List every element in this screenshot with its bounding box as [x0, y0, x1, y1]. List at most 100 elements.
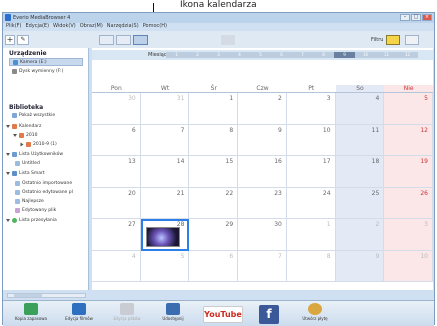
youtube-button[interactable]: YouTube [203, 306, 243, 323]
calendar-day-cell[interactable]: 3 [384, 219, 433, 251]
calendar-day-cell[interactable]: 11 [335, 124, 385, 156]
calendar-day-cell[interactable]: 1 [286, 219, 336, 251]
calendar-day-cell[interactable]: 1 [189, 93, 239, 125]
menu-edit[interactable]: Edycja(E) [25, 23, 49, 31]
sidebar-item-upload-list[interactable]: Lista przesyłania [6, 218, 57, 223]
month-tick[interactable]: 5 [250, 52, 271, 58]
calendar-day-cell[interactable]: 14 [140, 156, 190, 188]
month-tick[interactable]: 10 [355, 52, 376, 58]
month-tick[interactable]: 4 [229, 52, 250, 58]
calendar-day-cell[interactable]: 5 [140, 250, 190, 282]
close-button[interactable]: × [422, 14, 432, 21]
sidebar-item-show-all[interactable]: Pokaż wszystkie [12, 113, 55, 118]
month-tick[interactable]: 12 [397, 52, 418, 58]
calendar-day-cell[interactable]: 28 [140, 219, 190, 251]
calendar-day-cell[interactable]: 12 [384, 124, 433, 156]
month-tick[interactable]: 9 [334, 52, 355, 58]
calendar-day-cell[interactable]: 7 [140, 124, 190, 156]
sidebar-item-2010[interactable]: 2010 [13, 133, 37, 138]
month-tick[interactable]: 11 [376, 52, 397, 58]
calendar-day-cell[interactable]: 17 [286, 156, 336, 188]
facebook-button[interactable]: f [259, 305, 279, 324]
calendar-day-cell[interactable]: 5 [384, 93, 433, 125]
sidebar-item-calendar[interactable]: Kalendarz [6, 124, 41, 129]
calendar-day-cell[interactable]: 21 [140, 187, 190, 219]
calendar-day-cell[interactable]: 4 [92, 250, 141, 282]
share-icon [166, 303, 180, 315]
sidebar-item-label: Pokaż wszystkie [19, 113, 56, 118]
calendar-day-cell[interactable]: 6 [92, 124, 141, 156]
drive-icon [12, 69, 17, 74]
sidebar-item-best[interactable]: Najlepsze [15, 199, 44, 204]
calendar-day-cell[interactable]: 22 [189, 187, 239, 219]
calendar-day-cell[interactable]: 6 [189, 250, 239, 282]
calendar-day-cell[interactable]: 9 [335, 250, 385, 282]
filter-label: Filtru [371, 37, 384, 43]
calendar-day-cell[interactable]: 30 [238, 219, 287, 251]
add-button[interactable]: + [5, 35, 15, 45]
calendar-day-cell[interactable]: 10 [384, 250, 433, 282]
month-tick[interactable]: 6 [271, 52, 292, 58]
month-slider[interactable]: 1 2 3 4 5 6 7 8 9 10 11 12 [166, 52, 418, 58]
calendar-day-cell[interactable]: 24 [286, 187, 336, 219]
calendar-day-cell[interactable]: 26 [384, 187, 433, 219]
sidebar-item-smart-list[interactable]: Lista Smart [6, 171, 45, 176]
calendar-day-cell[interactable]: 2 [335, 219, 385, 251]
menu-file[interactable]: Plik(F) [6, 23, 21, 31]
sidebar-item-recent-edits[interactable]: Ostatnio edytowane pl [15, 190, 73, 195]
menu-view[interactable]: Widok(V) [53, 23, 76, 31]
calendar-day-cell[interactable]: 3 [286, 93, 336, 125]
month-tick[interactable]: 7 [292, 52, 313, 58]
calendar-day-cell[interactable]: 18 [335, 156, 385, 188]
filter-button[interactable] [386, 35, 400, 45]
calendar-day-cell[interactable]: 19 [384, 156, 433, 188]
sort-button[interactable] [405, 35, 419, 45]
sidebar-item-user-list[interactable]: Lista Użytkowników [6, 152, 63, 157]
month-tick[interactable]: 2 [187, 52, 208, 58]
calendar-day-cell[interactable]: 8 [189, 124, 239, 156]
video-thumbnail[interactable] [145, 227, 180, 247]
calendar-day-cell[interactable]: 15 [189, 156, 239, 188]
calendar-day-cell[interactable]: 2 [238, 93, 287, 125]
sidebar-item-2010-9[interactable]: 2010-9 (1) [20, 142, 57, 147]
file-edit-button[interactable]: Edycja plików [105, 303, 149, 326]
month-tick[interactable]: 1 [166, 52, 187, 58]
calendar-day-cell[interactable]: 8 [286, 250, 336, 282]
calendar-day-cell[interactable]: 13 [92, 156, 141, 188]
calendar-view-icon[interactable] [133, 35, 148, 45]
share-icon[interactable] [221, 35, 235, 45]
calendar-day-cell[interactable]: 16 [238, 156, 287, 188]
calendar-day-cell[interactable]: 25 [335, 187, 385, 219]
calendar-day-cell[interactable]: 30 [92, 93, 141, 125]
calendar-day-cell[interactable]: 20 [92, 187, 141, 219]
sidebar-item-untitled[interactable]: Untitled [15, 161, 40, 166]
create-disc-button[interactable]: Utwórz płytę [293, 303, 337, 326]
calendar-day-cell[interactable]: 23 [238, 187, 287, 219]
calendar-day-cell[interactable]: 29 [189, 219, 239, 251]
thumbnail-view-icon[interactable] [99, 35, 114, 45]
calendar-day-cell[interactable]: 7 [238, 250, 287, 282]
share-button[interactable]: Udostępnij [151, 303, 195, 326]
minimize-button[interactable]: – [400, 14, 410, 21]
movie-edit-button[interactable]: Edycja filmów [57, 303, 101, 326]
sidebar-item-edited-file[interactable]: Edytowany plik [15, 208, 56, 213]
sidebar-scrollbar[interactable] [7, 293, 86, 298]
scrollbar-thumb[interactable] [14, 294, 42, 297]
maximize-button[interactable]: □ [411, 14, 421, 21]
calendar-day-cell[interactable]: 4 [335, 93, 385, 125]
menu-image[interactable]: Obraz(M) [80, 23, 103, 31]
sidebar-device-removable[interactable]: Dysk wymienny (F:) [12, 69, 63, 74]
calendar-day-cell[interactable]: 10 [286, 124, 336, 156]
calendar-day-cell[interactable]: 9 [238, 124, 287, 156]
calendar-day-cell[interactable]: 31 [140, 93, 190, 125]
month-tick[interactable]: 8 [313, 52, 334, 58]
sidebar-item-recent-imports[interactable]: Ostatnio importowane [15, 181, 72, 186]
list-view-icon[interactable] [116, 35, 131, 45]
menu-tools[interactable]: Narzędzia(S) [107, 23, 139, 31]
sidebar-device-camera[interactable]: Kamera (E:) [9, 58, 83, 66]
menu-help[interactable]: Pomoc(H) [143, 23, 167, 31]
month-tick[interactable]: 3 [208, 52, 229, 58]
backup-button[interactable]: Kopia zapasowa [9, 303, 53, 326]
calendar-day-cell[interactable]: 27 [92, 219, 141, 251]
edit-tool-button[interactable]: ✎ [17, 35, 29, 45]
